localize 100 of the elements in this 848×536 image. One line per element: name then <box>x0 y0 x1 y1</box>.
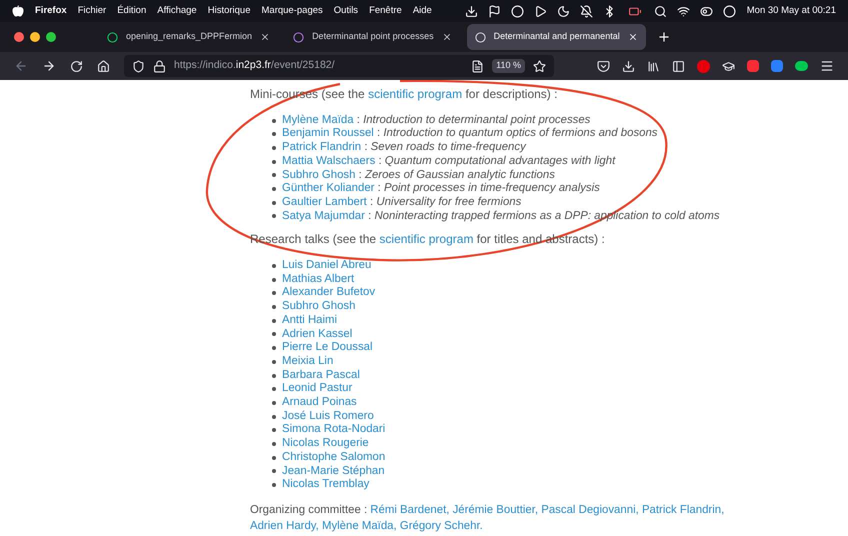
speaker-link[interactable]: Simona Rota-Nodari <box>282 423 386 438</box>
bullet-icon <box>272 200 276 205</box>
library-icon <box>647 60 660 72</box>
menu-item[interactable]: Aide <box>412 4 432 18</box>
sidebar-icon <box>672 60 685 72</box>
speaker-link[interactable]: Antti Haimi <box>282 314 338 328</box>
menu-item[interactable]: Outils <box>334 4 358 18</box>
mini-course-entry: Mattia Walschaers : Quantum computational advantages with light <box>282 154 616 169</box>
bullet-icon <box>272 118 276 123</box>
menu-item[interactable]: Édition <box>117 4 146 18</box>
speaker-link[interactable]: Jean-Marie Stéphan <box>282 464 385 478</box>
tab-title: opening_remarks_DPPFermion <box>126 30 252 44</box>
mini-course-entry: Günther Koliander : Point processes in time-frequency analysis <box>282 182 600 196</box>
speaker-link[interactable]: Christophe Salomon <box>282 450 386 465</box>
scientific-program-link[interactable]: scientific program <box>379 232 474 246</box>
address-bar[interactable]: https://indico.in2p3.fr/event/25182/ 110 % <box>124 55 554 77</box>
mini-course-entry: Mylène Maïda : Introduction to determinantal point processes <box>282 114 590 128</box>
speaker-link[interactable]: Nicolas Tremblay <box>282 478 370 492</box>
bullet-icon <box>272 346 276 350</box>
speaker-link[interactable]: Satya Majumdar <box>282 210 365 222</box>
member-link[interactable]: Grégory Schehr. <box>400 520 483 532</box>
speaker-link[interactable]: Pierre Le Doussal <box>282 341 373 355</box>
close-window-button[interactable] <box>14 32 24 42</box>
speaker-link[interactable]: Meixia Lin <box>282 354 334 369</box>
download-icon <box>622 60 635 72</box>
speaker-link[interactable]: Alexander Bufetov <box>282 286 376 300</box>
new-tab-icon[interactable] <box>656 30 671 44</box>
mini-course-entry: Gaultier Lambert : Universality for free fermions <box>282 196 522 210</box>
pocket-icon <box>597 60 610 72</box>
speaker-link[interactable]: Benjamin Roussel <box>282 127 374 140</box>
menu-icon <box>820 59 834 73</box>
bullet-icon <box>272 291 276 296</box>
menu-item[interactable]: Fichier <box>78 4 106 18</box>
bullet-icon <box>272 132 276 136</box>
speaker-link[interactable]: Mathias Albert <box>282 272 354 286</box>
bullet-icon <box>272 442 276 446</box>
menu-item[interactable]: Marque-pages <box>262 4 323 18</box>
menu-item[interactable]: Historique <box>208 4 250 18</box>
bullet-icon <box>272 456 276 460</box>
member-link[interactable]: Mylène Maïda, <box>322 520 397 532</box>
bullet-icon <box>272 483 276 488</box>
bullet-icon <box>272 374 276 378</box>
speaker-link[interactable]: Mylène Maïda <box>282 114 354 126</box>
speaker-link[interactable]: Subhro Ghosh <box>282 300 356 314</box>
zoom-window-button[interactable] <box>46 32 56 42</box>
speaker-link[interactable]: Arnaud Poinas <box>282 396 357 410</box>
home-icon <box>97 60 110 72</box>
tab-title: Determinantal point processes <box>312 30 434 44</box>
bullet-icon <box>272 469 276 474</box>
bullet-icon <box>272 173 276 178</box>
reader-view-icon <box>471 60 484 72</box>
bullet-icon <box>272 360 276 364</box>
close-tab-icon[interactable] <box>442 32 452 42</box>
speaker-link[interactable]: Adrien Kassel <box>282 328 352 342</box>
bullet-icon <box>272 304 276 309</box>
browser-tab[interactable]: Determinantal point processes <box>285 24 460 50</box>
bullet-icon <box>272 278 276 282</box>
speaker-link[interactable]: Luis Daniel Abreu <box>282 259 372 273</box>
bullet-icon <box>272 387 276 392</box>
lock-icon <box>153 60 166 72</box>
apple-icon[interactable] <box>12 5 24 17</box>
play-icon <box>534 4 547 18</box>
speaker-link[interactable]: Mattia Walschaers <box>282 154 376 167</box>
flag-icon <box>488 4 501 18</box>
zoom-level[interactable]: 110 % <box>492 59 525 73</box>
browser-tab[interactable]: Determinantal and permanental <box>466 24 646 50</box>
speaker-link[interactable]: Nicolas Rougerie <box>282 437 369 451</box>
browser-tab[interactable]: opening_remarks_DPPFermion <box>99 24 278 50</box>
close-tab-icon[interactable] <box>628 32 638 42</box>
close-tab-icon[interactable] <box>260 32 270 42</box>
tab-favicon-icon <box>474 32 486 42</box>
minimize-window-button[interactable] <box>30 32 40 42</box>
bullet-icon <box>272 414 276 419</box>
bullet-icon <box>272 146 276 150</box>
tab-favicon-icon <box>293 32 304 42</box>
menu-item[interactable]: Affichage <box>157 4 197 18</box>
bullet-icon <box>272 214 276 218</box>
scientific-program-link[interactable]: scientific program <box>368 87 462 101</box>
speaker-link[interactable]: Leonid Pastur <box>282 382 352 396</box>
member-link[interactable]: Jérémie Bouttier, <box>452 504 538 516</box>
reload-icon <box>70 60 83 72</box>
bookmark-star-icon <box>533 60 546 72</box>
tab-favicon-icon <box>107 32 118 42</box>
speaker-link[interactable]: Günther Koliander <box>282 182 374 194</box>
menu-item[interactable]: Firefox <box>35 4 67 18</box>
speaker-link[interactable]: José Luis Romero <box>282 410 374 424</box>
forward-icon <box>42 59 56 73</box>
member-link[interactable]: Adrien Hardy, <box>250 520 319 532</box>
speaker-link[interactable]: Subhro Ghosh <box>282 168 356 181</box>
speaker-link[interactable]: Gaultier Lambert <box>282 196 367 208</box>
member-link[interactable]: Rémi Bardenet, <box>370 504 450 516</box>
bullet-icon <box>272 160 276 164</box>
speaker-link[interactable]: Patrick Flandrin <box>282 141 362 154</box>
member-link[interactable]: Pascal Degiovanni, <box>541 504 639 516</box>
member-link[interactable]: Patrick Flandrin, <box>642 504 724 516</box>
moon-icon <box>556 4 570 18</box>
speaker-link[interactable]: Barbara Pascal <box>282 368 360 382</box>
organizing-committee-text: Organizing committee : Rémi Bardenet, Jérémie Bouttier, Pascal Degiovanni, Patrick Flandrin, Adrien Hardy, Mylène Maïda, Grégory Schehr. <box>250 502 726 534</box>
status-icon <box>510 4 524 18</box>
menu-item[interactable]: Fenêtre <box>369 4 402 18</box>
